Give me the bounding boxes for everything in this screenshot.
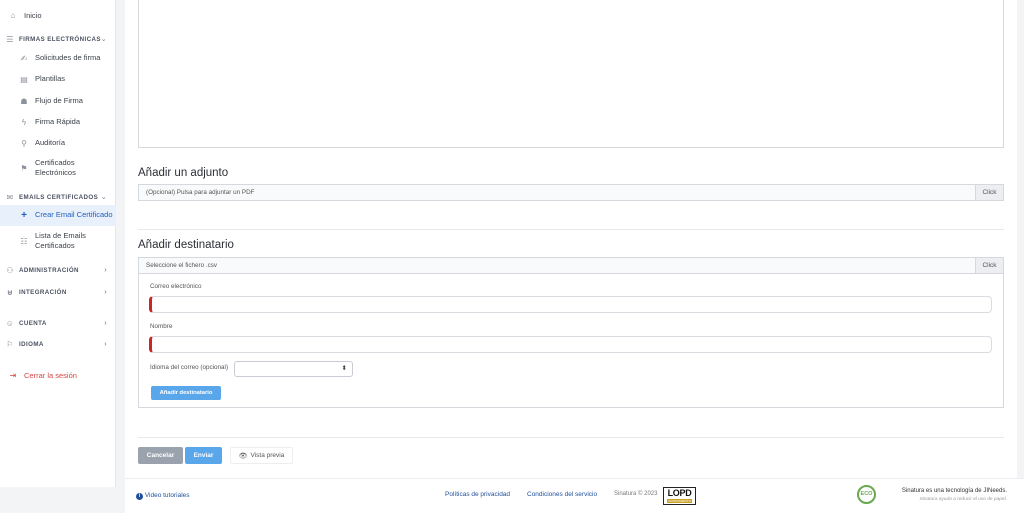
message-editor[interactable] bbox=[138, 0, 1004, 148]
attachment-click-button[interactable]: Click bbox=[975, 185, 1003, 200]
divider bbox=[138, 229, 1004, 230]
users-icon: ☗ bbox=[20, 96, 28, 106]
sidebar-item-crear-email[interactable]: + Crear Email Certificado bbox=[0, 205, 116, 226]
sidebar-section-label: FIRMAS ELECTRÓNICAS bbox=[19, 35, 101, 43]
sidebar-section-label: IDIOMA bbox=[19, 340, 44, 348]
list-icon: ☰ bbox=[6, 34, 14, 44]
sidebar-item-solicitudes[interactable]: ✍ Solicitudes de firma bbox=[0, 52, 116, 64]
csv-click-button[interactable]: Click bbox=[975, 258, 1003, 273]
user-admin-icon: ⚇ bbox=[6, 265, 14, 275]
sidebar-item-label: Crear Email Certificado bbox=[35, 210, 113, 220]
integration-icon: ⊍ bbox=[6, 287, 14, 297]
footer-tagline: Sinatura es una tecnología de JINeeds. bbox=[901, 488, 1007, 494]
email-field[interactable] bbox=[149, 296, 992, 313]
sidebar-item-label: Inicio bbox=[24, 11, 42, 20]
privacy-link[interactable]: Políticas de privacidad bbox=[445, 491, 510, 498]
certificate-icon: ⚑ bbox=[20, 163, 28, 173]
chevron-right-icon: › bbox=[104, 288, 107, 296]
attachment-title: Añadir un adjunto bbox=[138, 167, 229, 179]
logout-icon: ⇥ bbox=[9, 370, 17, 380]
lopd-logo-text: LOPD bbox=[667, 488, 692, 498]
sidebar-item-label: Plantillas bbox=[35, 73, 66, 83]
logout-label: Cerrar la sesión bbox=[24, 370, 77, 380]
select-arrows-icon: ⬍ bbox=[341, 365, 347, 372]
home-icon: ⌂ bbox=[10, 11, 16, 20]
recipient-title: Añadir destinatario bbox=[138, 239, 234, 251]
sidebar-section-emails[interactable]: ✉ EMAILS CERTIFICADOS ⌄ bbox=[0, 191, 116, 203]
chevron-right-icon: › bbox=[104, 340, 107, 348]
plus-icon: + bbox=[21, 210, 27, 221]
template-icon: ▤ bbox=[20, 74, 28, 84]
sidebar-item-auditoria[interactable]: ⚲ Auditoría bbox=[0, 137, 116, 149]
name-label: Nombre bbox=[150, 323, 173, 330]
sidebar-section-administracion[interactable]: ⚇ ADMINISTRACIÓN › bbox=[0, 264, 116, 276]
logout-link[interactable]: ⇥ Cerrar la sesión bbox=[0, 369, 116, 381]
sidebar-item-label: Lista de Emails Certificados bbox=[35, 231, 86, 252]
sidebar-item-label-line1: Lista de Emails bbox=[35, 230, 86, 240]
sidebar-section-label: EMAILS CERTIFICADOS bbox=[19, 193, 99, 201]
send-button[interactable]: Enviar bbox=[185, 447, 222, 464]
language-select[interactable]: ⬍ bbox=[234, 361, 353, 377]
preview-button[interactable]: 👁 Vista previa bbox=[230, 447, 293, 464]
sidebar-item-flujo[interactable]: ☗ Flujo de Firma bbox=[0, 95, 116, 107]
sidebar-item-certificados[interactable]: ⚑ Certificados Electrónicos bbox=[0, 157, 116, 179]
chevron-down-icon: ⌄ bbox=[100, 36, 107, 43]
csv-placeholder: Seleccione el fichero .csv bbox=[146, 262, 218, 269]
video-tutorials-link[interactable]: i Video tutoriales bbox=[136, 492, 190, 500]
recipient-form: Correo electrónico Nombre Idioma del cor… bbox=[138, 274, 1004, 408]
sidebar-item-label: Auditoría bbox=[35, 137, 66, 147]
list-icon: ☷ bbox=[20, 236, 28, 246]
sidebar-item-label-line1: Certificados bbox=[35, 157, 75, 167]
lightning-icon: ϟ bbox=[21, 117, 27, 127]
sidebar-section-label: ADMINISTRACIÓN bbox=[19, 266, 79, 274]
email-label: Correo electrónico bbox=[150, 283, 202, 290]
add-recipient-button[interactable]: Añadir destinatario bbox=[151, 386, 221, 400]
name-field[interactable] bbox=[149, 336, 992, 353]
sidebar-item-plantillas[interactable]: ▤ Plantillas bbox=[0, 73, 116, 85]
search-icon: ⚲ bbox=[21, 138, 27, 148]
chevron-right-icon: › bbox=[104, 319, 107, 327]
main-content: Añadir un adjunto (Opcional) Pulsa para … bbox=[125, 0, 1017, 478]
sidebar-item-label: Firma Rápida bbox=[35, 116, 81, 126]
signature-request-icon: ✍ bbox=[20, 53, 28, 63]
copyright: Sinatura © 2023 bbox=[614, 491, 658, 497]
eye-icon: 👁 bbox=[238, 452, 248, 460]
footer-tagline-sub: Sinatura ayuda a reducir el uso de papel… bbox=[919, 497, 1007, 502]
sidebar-section-label: CUENTA bbox=[19, 319, 47, 327]
footer: i Video tutoriales Políticas de privacid… bbox=[125, 478, 1024, 513]
csv-file-input[interactable]: Seleccione el fichero .csv Click bbox=[138, 257, 1004, 274]
sidebar-item-label-line2: Certificados bbox=[35, 241, 75, 250]
cancel-button[interactable]: Cancelar bbox=[138, 447, 183, 464]
lopd-logo: LOPD CUMPLIMIENTO bbox=[663, 487, 696, 505]
email-icon: ✉ bbox=[6, 192, 14, 202]
sidebar-section-firmas[interactable]: ☰ FIRMAS ELECTRÓNICAS ⌄ bbox=[0, 33, 116, 45]
sidebar-item-label: Certificados Electrónicos bbox=[35, 158, 76, 179]
sidebar-item-inicio[interactable]: ⌂ Inicio bbox=[0, 9, 116, 22]
sidebar-item-lista-emails[interactable]: ☷ Lista de Emails Certificados bbox=[0, 230, 116, 252]
language-label: Idioma del correo (opcional) bbox=[150, 364, 229, 371]
eco-logo: ECO bbox=[857, 485, 876, 504]
sidebar-section-cuenta[interactable]: ☺ CUENTA › bbox=[0, 317, 116, 329]
sidebar-item-label: Solicitudes de firma bbox=[35, 52, 101, 62]
sidebar-item-firma-rapida[interactable]: ϟ Firma Rápida bbox=[0, 116, 116, 128]
sidebar-section-integracion[interactable]: ⊍ INTEGRACIÓN › bbox=[0, 286, 116, 298]
sidebar-section-label: INTEGRACIÓN bbox=[19, 288, 67, 296]
terms-link[interactable]: Condiciones del servicio bbox=[527, 491, 597, 498]
sidebar: ⌂ Inicio ☰ FIRMAS ELECTRÓNICAS ⌄ ✍ Solic… bbox=[0, 0, 116, 487]
chevron-right-icon: › bbox=[104, 266, 107, 274]
flag-icon: ⚐ bbox=[6, 339, 14, 349]
lopd-logo-sub: CUMPLIMIENTO bbox=[667, 499, 692, 503]
sidebar-section-idioma[interactable]: ⚐ IDIOMA › bbox=[0, 338, 116, 350]
user-icon: ☺ bbox=[5, 318, 15, 328]
sidebar-item-label-line2: Electrónicos bbox=[35, 168, 76, 177]
preview-label: Vista previa bbox=[250, 452, 285, 459]
sidebar-item-label: Flujo de Firma bbox=[35, 95, 83, 105]
divider bbox=[138, 437, 1004, 438]
attachment-file-input[interactable]: (Opcional) Pulsa para adjuntar un PDF Cl… bbox=[138, 184, 1004, 201]
video-tutorials-label: Video tutoriales bbox=[144, 492, 190, 499]
info-icon: i bbox=[136, 493, 143, 500]
chevron-down-icon: ⌄ bbox=[100, 194, 107, 201]
attachment-placeholder: (Opcional) Pulsa para adjuntar un PDF bbox=[146, 189, 255, 196]
